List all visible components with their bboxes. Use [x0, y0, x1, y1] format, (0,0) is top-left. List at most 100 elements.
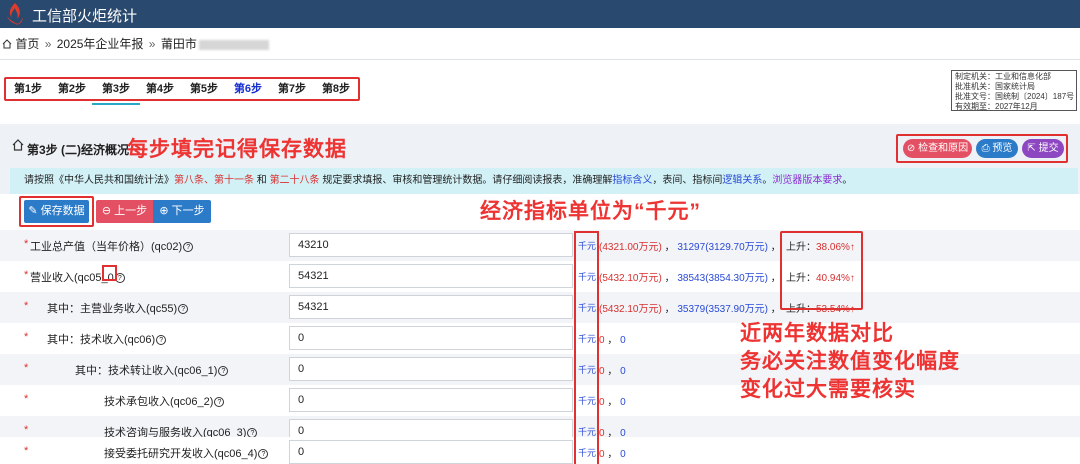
law-article-28-link[interactable]: 第二十八条 — [270, 175, 320, 186]
home-icon — [12, 139, 24, 151]
tech-revenue-input[interactable] — [289, 326, 573, 350]
table-row: * 工业总产值（当年价格）(qc02)? 千元 (4321.00万元) ， 31… — [0, 230, 1080, 261]
field-label-text: 接受委托研究开发收入(qc06_4) — [104, 448, 258, 460]
separator: ， — [664, 242, 675, 253]
annotation-line: 变化过大需要核实 — [740, 378, 916, 401]
annotation-highlight-box — [780, 231, 863, 310]
tech-transfer-revenue-input[interactable] — [289, 357, 573, 381]
last-year-value-wan: (3854.30万元) — [705, 273, 768, 284]
notice-text: 和 — [256, 175, 267, 186]
required-marker: * — [24, 393, 29, 405]
prev-step-label: 上一步 — [114, 205, 148, 217]
tab-step-1[interactable]: 第1步 — [6, 79, 50, 99]
field-label-text: 其中：技术收入(qc06) — [47, 334, 156, 346]
compare-values: 0 ， 0 — [599, 393, 626, 408]
last-year-value: 0 — [620, 397, 626, 408]
notice-text: 。 — [842, 175, 853, 186]
tab-step-5[interactable]: 第5步 — [182, 79, 226, 99]
section-title: 第3步 (二)经济概况 — [27, 143, 130, 157]
last-year-value: 31297 — [677, 242, 706, 253]
notice-text: 。 — [762, 175, 773, 186]
annotation-compare-tip: 近两年数据对比 务必关注数值变化幅度 变化过大需要核实 — [740, 320, 960, 404]
preview-button[interactable]: ⎙ 预览 — [976, 139, 1018, 158]
compare-values: (5432.10万元) ， 38543(3854.30万元) ， — [599, 269, 781, 284]
main-business-revenue-input[interactable] — [289, 295, 573, 319]
tab-step-7[interactable]: 第7步 — [270, 79, 314, 99]
last-year-value: 35379 — [677, 304, 706, 315]
tab-step-3[interactable]: 第3步 — [92, 79, 140, 105]
separator: ， — [607, 335, 618, 346]
save-button[interactable]: ✎ 保存数据 — [24, 200, 89, 223]
compare-values: 0 ， 0 — [599, 331, 626, 346]
current-value: 0 — [599, 397, 605, 408]
help-icon[interactable]: ? — [178, 304, 189, 315]
help-icon[interactable]: ? — [183, 242, 194, 253]
law-articles-link[interactable]: 第八条、第十一条 — [174, 175, 254, 186]
next-step-button[interactable]: ⊕ 下一步 — [153, 200, 211, 223]
prev-step-button[interactable]: ⊖ 上一步 — [96, 200, 153, 223]
required-marker: * — [24, 238, 29, 250]
operating-revenue-input[interactable] — [289, 264, 573, 288]
notice-banner: 请按照《中华人民共和国统计法》第八条、第十一条 和 第二十八条 规定要求填报、审… — [10, 168, 1078, 194]
breadcrumb-city[interactable]: 莆田市 — [161, 37, 197, 51]
separator: ， — [664, 304, 675, 315]
tab-step-2[interactable]: 第2步 — [50, 79, 94, 99]
help-icon[interactable]: ? — [156, 335, 167, 346]
current-value: 0 — [599, 449, 605, 460]
breadcrumb: 首页 » 2025年企业年报 » 莆田市 — [0, 28, 1080, 60]
commissioned-rd-revenue-input[interactable] — [289, 440, 573, 464]
separator: ， — [607, 397, 618, 408]
tab-step-8[interactable]: 第8步 — [314, 79, 358, 99]
field-label: 技术承包收入(qc06_2)? — [104, 393, 225, 409]
required-marker: * — [24, 331, 29, 343]
last-year-value: 38543 — [677, 273, 706, 284]
preview-button-label: 预览 — [992, 143, 1013, 154]
help-icon[interactable]: ? — [258, 449, 269, 460]
check-button-label: 检查和原因 — [918, 143, 969, 154]
annotation-save-tip: 每步填完记得保存数据 — [127, 138, 347, 161]
field-label-text: 工业总产值（当年价格）(qc02) — [30, 241, 183, 253]
compare-values: 0 ， 0 — [599, 362, 626, 377]
required-marker: * — [24, 445, 29, 457]
browser-requirement-link[interactable]: 浏览器版本要求 — [772, 175, 842, 186]
indicator-meaning-link[interactable]: 指标含义 — [612, 175, 652, 186]
current-value-wan: (5432.10万元) — [599, 304, 662, 315]
breadcrumb-home[interactable]: 首页 — [15, 37, 39, 51]
help-icon[interactable]: ? — [218, 366, 229, 377]
compare-values: (5432.10万元) ， 35379(3537.90万元) ， — [599, 300, 781, 315]
required-marker: * — [24, 362, 29, 374]
required-marker: * — [24, 269, 29, 281]
submit-button-label: 提交 — [1038, 143, 1059, 154]
last-year-value: 0 — [620, 449, 626, 460]
tab-step-4[interactable]: 第4步 — [138, 79, 182, 99]
check-button[interactable]: ⊘ 检查和原因 — [903, 139, 972, 158]
help-icon[interactable]: ? — [214, 397, 225, 408]
field-label: 其中：技术转让收入(qc06_1)? — [75, 362, 229, 378]
tech-contract-revenue-input[interactable] — [289, 388, 573, 412]
separator: ， — [607, 366, 618, 377]
breadcrumb-annual-report[interactable]: 2025年企业年报 — [57, 37, 144, 51]
last-year-value-wan: (3129.70万元) — [705, 242, 768, 253]
table-row: * 营业收入(qc05_0? 千元 (5432.10万元) ， 38543(38… — [0, 261, 1080, 292]
info-line: 批准文号：国统制〔2024〕187号 — [955, 92, 1075, 101]
breadcrumb-separator: » — [148, 37, 156, 51]
info-line: 有效期至：2027年12月 — [955, 102, 1038, 111]
submit-button[interactable]: ⇱ 提交 — [1022, 139, 1064, 158]
field-label-text: 技术承包收入(qc06_2) — [104, 396, 214, 408]
required-marker: * — [24, 424, 29, 436]
field-label: 工业总产值（当年价格）(qc02)? — [30, 238, 194, 254]
notice-text: ，表间、指标间 — [652, 175, 723, 186]
tab-step-6[interactable]: 第6步 — [226, 79, 270, 99]
notice-text: 规定要求填报、审核和管理统计数据。请仔细阅读报表，准确理解 — [322, 175, 613, 186]
annotation-highlight-box — [102, 265, 117, 281]
logic-relation-link[interactable]: 逻辑关系 — [722, 175, 762, 186]
home-icon — [2, 39, 12, 49]
industrial-output-input[interactable] — [289, 233, 573, 257]
breadcrumb-separator: » — [44, 37, 52, 51]
info-line: 制定机关：工业和信息化部 — [955, 72, 1051, 81]
annotation-unit-tip: 经济指标单位为“千元” — [480, 200, 701, 223]
last-year-value: 0 — [620, 335, 626, 346]
form-info-box: 制定机关：工业和信息化部 批准机关：国家统计局 批准文号：国统制〔2024〕18… — [951, 70, 1077, 111]
separator: ， — [607, 449, 618, 460]
field-label: 接受委托研究开发收入(qc06_4)? — [104, 445, 269, 461]
